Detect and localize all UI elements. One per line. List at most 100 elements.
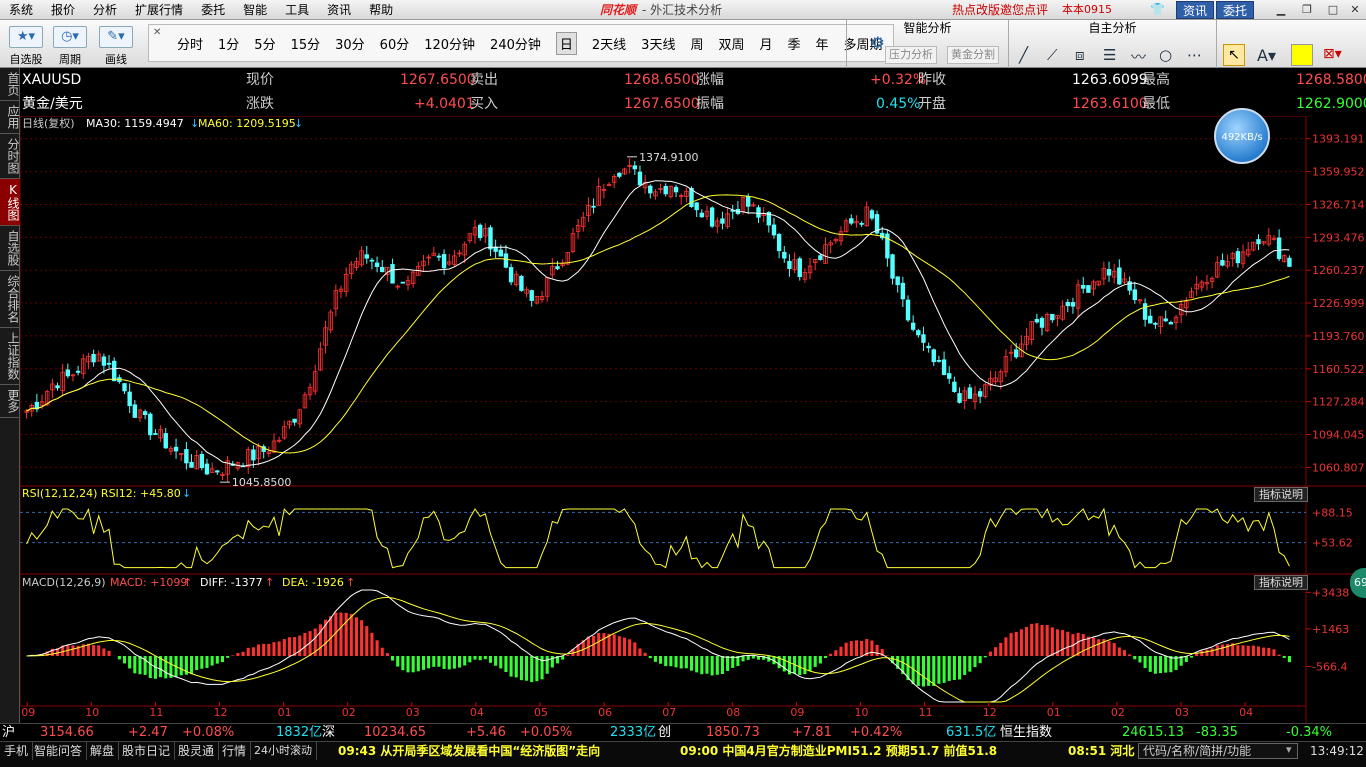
period-30min[interactable]: 30分 bbox=[335, 34, 365, 53]
segment-tool-icon[interactable]: ⟋ bbox=[1047, 46, 1058, 64]
trade-button[interactable]: 委托 bbox=[1216, 1, 1255, 19]
x-tick-label: 11 bbox=[919, 706, 933, 719]
candle-body bbox=[632, 165, 638, 170]
network-speed-badge[interactable]: 492KB/s bbox=[1214, 108, 1270, 164]
rsi-hint-button[interactable]: 指标说明 bbox=[1254, 487, 1308, 502]
news-button[interactable]: 资讯 bbox=[1176, 1, 1215, 19]
smart-qa-button[interactable]: 智能问答 bbox=[30, 742, 88, 760]
circle-tool-icon[interactable]: ○ bbox=[1159, 46, 1172, 64]
period-season[interactable]: 季 bbox=[788, 34, 801, 53]
period-year[interactable]: 年 bbox=[816, 34, 829, 53]
period-2day[interactable]: 2天线 bbox=[592, 34, 626, 53]
period-240min[interactable]: 240分钟 bbox=[490, 34, 541, 53]
kline-chart-svg[interactable]: 1393.191 1359.952 1326.714 1293.476 1260.237… bbox=[20, 116, 1366, 723]
hot-feedback-link[interactable]: 热点改版邀您点评 bbox=[952, 0, 1048, 20]
dropdown-arrow-icon[interactable]: ▾ bbox=[1286, 743, 1292, 756]
close-icon[interactable]: ✕ bbox=[1344, 2, 1366, 18]
delete-tool-icon[interactable]: ⊠▾ bbox=[1323, 46, 1342, 62]
candle-body bbox=[1086, 285, 1091, 293]
macd-hint-button[interactable]: 指标说明 bbox=[1254, 575, 1308, 590]
sidebar-item-ranking[interactable]: 综合排名 bbox=[0, 271, 20, 328]
sidebar-item-watchlist[interactable]: 自选股 bbox=[0, 226, 20, 271]
candle-body bbox=[1163, 318, 1168, 322]
sidebar-item-kline[interactable]: K线图 bbox=[0, 179, 20, 226]
stock-spirit-button[interactable]: 股灵通 bbox=[174, 742, 220, 760]
candle-body bbox=[869, 210, 875, 219]
self-select-button[interactable]: ★▾ 自选股 bbox=[6, 24, 46, 66]
close-icon[interactable]: ✕ bbox=[153, 27, 161, 38]
period-1min[interactable]: 1分 bbox=[218, 34, 239, 53]
more-tool-icon[interactable]: ⋯ bbox=[1187, 46, 1202, 64]
period-60min[interactable]: 60分 bbox=[380, 34, 410, 53]
menu-info[interactable]: 资讯 bbox=[318, 0, 360, 20]
wave-tool-icon[interactable]: 〰 bbox=[1131, 46, 1146, 67]
menu-smart[interactable]: 智能 bbox=[234, 0, 276, 20]
news-ticker-item[interactable]: 08:51 河北 bbox=[1068, 742, 1134, 760]
period-120min[interactable]: 120分钟 bbox=[424, 34, 475, 53]
cursor-tool-icon[interactable]: ↖ bbox=[1223, 44, 1245, 66]
ma30-line bbox=[26, 180, 1290, 467]
index-label[interactable]: 深 bbox=[322, 724, 335, 742]
candle-body bbox=[163, 433, 168, 449]
maximize-icon[interactable]: □ bbox=[1322, 2, 1344, 18]
period-3day[interactable]: 3天线 bbox=[641, 34, 675, 53]
candle-body bbox=[488, 227, 493, 250]
minimize-icon[interactable]: ▁ bbox=[1270, 2, 1292, 18]
golden-section-button[interactable]: 黄金分割 bbox=[947, 46, 999, 64]
index-label[interactable]: 创 bbox=[658, 724, 671, 742]
index-change: -83.35 bbox=[1196, 725, 1238, 740]
sidebar-item-shanghai-index[interactable]: 上证指数 bbox=[0, 328, 20, 385]
period-month[interactable]: 月 bbox=[759, 34, 772, 53]
shirt-icon[interactable]: 👕 bbox=[1150, 2, 1165, 16]
period-5min[interactable]: 5分 bbox=[254, 34, 275, 53]
sidebar-item-apps[interactable]: 应用 bbox=[0, 101, 20, 134]
period-2week[interactable]: 双周 bbox=[718, 34, 744, 53]
kline-chart-area[interactable]: 1393.191 1359.952 1326.714 1293.476 1260.237… bbox=[20, 116, 1366, 723]
period-button[interactable]: ◷▾ 周期 bbox=[50, 24, 90, 66]
index-label[interactable]: 沪 bbox=[2, 724, 15, 742]
index-value: 24615.13 bbox=[1122, 725, 1185, 740]
period-day[interactable]: 日 bbox=[555, 31, 577, 55]
analysis-button[interactable]: 解盘 bbox=[86, 742, 120, 760]
rect-tool-icon[interactable]: ⧈ bbox=[1075, 46, 1085, 64]
search-input[interactable]: 代码/名称/简拼/功能 bbox=[1138, 743, 1298, 759]
candle-body bbox=[55, 385, 60, 389]
menu-tools[interactable]: 工具 bbox=[276, 0, 318, 20]
market-button[interactable]: 行情 bbox=[218, 742, 252, 760]
y-tick-label: 1226.999 bbox=[1312, 297, 1365, 310]
menu-help[interactable]: 帮助 bbox=[360, 0, 402, 20]
mobile-button[interactable]: 手机 bbox=[0, 742, 34, 760]
channel-tool-icon[interactable]: ☰ bbox=[1103, 46, 1116, 64]
index-label[interactable]: 恒生指数 bbox=[1000, 724, 1052, 742]
news-ticker-item[interactable]: 09:00 中国4月官方制造业PMI51.2 预期51.7 前值51.8 bbox=[680, 742, 997, 760]
pressure-analysis-button[interactable]: 压力分析 bbox=[885, 46, 937, 64]
period-15min[interactable]: 15分 bbox=[291, 34, 321, 53]
pencil-icon: ✎▾ bbox=[99, 26, 133, 48]
macd-tick-label: +3438 bbox=[1312, 586, 1349, 599]
period-week[interactable]: 周 bbox=[690, 34, 703, 53]
color-picker[interactable] bbox=[1291, 44, 1313, 66]
rsi-arrow-icon: ↓ bbox=[182, 487, 192, 500]
index-change: +5.46 bbox=[466, 725, 506, 740]
restore-icon[interactable]: ❐ bbox=[1296, 2, 1318, 18]
sidebar-item-more[interactable]: 更多 bbox=[0, 385, 20, 418]
candle-body bbox=[916, 330, 921, 336]
news-ticker-item[interactable]: 09:43 从开局季区域发展看中国“经济版图”走向 bbox=[338, 742, 600, 760]
sidebar-item-timeshare[interactable]: 分时图 bbox=[0, 134, 20, 179]
period-timeshare[interactable]: 分时 bbox=[177, 34, 203, 53]
draw-line-button[interactable]: ✎▾ 画线 bbox=[96, 24, 136, 66]
menu-quote[interactable]: 报价 bbox=[42, 0, 84, 20]
menu-trade[interactable]: 委托 bbox=[192, 0, 234, 20]
text-tool-icon[interactable]: A▾ bbox=[1257, 46, 1276, 65]
rolling-news-button[interactable]: 24小时滚动 bbox=[250, 742, 317, 760]
menu-system[interactable]: 系统 bbox=[0, 0, 42, 20]
candle-body bbox=[111, 360, 117, 382]
menu-ext-market[interactable]: 扩展行情 bbox=[126, 0, 192, 20]
candle-body bbox=[921, 334, 926, 343]
menu-analysis[interactable]: 分析 bbox=[84, 0, 126, 20]
y-tick-label: 1094.045 bbox=[1312, 429, 1365, 442]
line-tool-icon[interactable]: ╱ bbox=[1019, 46, 1028, 64]
sidebar-item-home[interactable]: 首页 bbox=[0, 68, 20, 101]
candle-body bbox=[941, 359, 947, 375]
stock-diary-button[interactable]: 股市日记 bbox=[118, 742, 176, 760]
